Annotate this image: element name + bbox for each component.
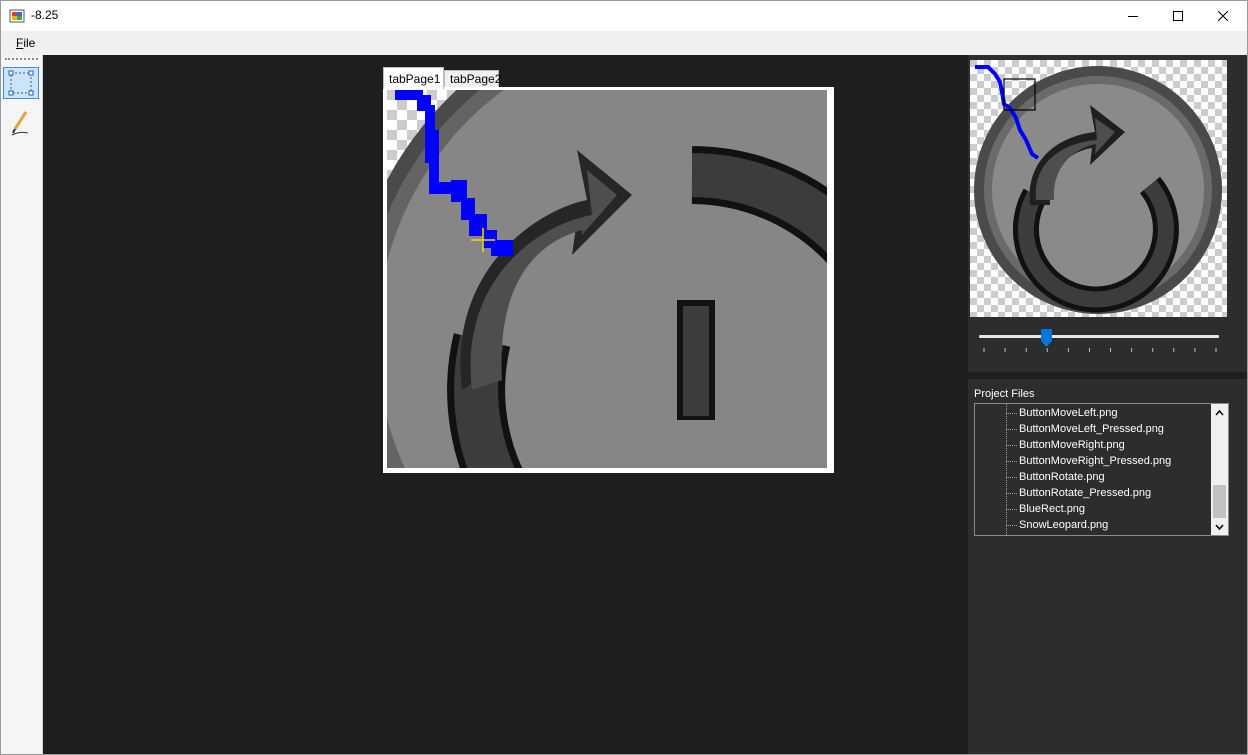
rectangle-select-tool[interactable] [3, 67, 39, 99]
title-bar: -8.25 [0, 0, 1248, 31]
scrollbar-thumb[interactable] [1213, 485, 1226, 518]
file-list-item[interactable]: ButtonMoveLeft.png [1019, 405, 1117, 421]
vertical-scrollbar[interactable] [1211, 404, 1228, 535]
tab-page-1-label: tabPage1 [389, 71, 441, 86]
minimize-icon [1128, 15, 1138, 17]
file-list-item[interactable]: BlueRect.png [1019, 501, 1085, 517]
project-files-tree[interactable]: ButtonMoveLeft.png ButtonMoveLeft_Pressed… [974, 403, 1229, 536]
maximize-button[interactable] [1155, 0, 1201, 31]
zoom-slider-ticks [983, 348, 1217, 352]
tab-page-2[interactable]: tabPage2 [444, 70, 502, 88]
zoomed-image-canvas[interactable] [387, 90, 827, 468]
toolstrip-grip[interactable] [5, 58, 38, 60]
tool-strip [1, 55, 43, 753]
tree-connector-line [1006, 404, 1007, 535]
tree-branch-line [1006, 429, 1017, 430]
file-list-item[interactable]: ButtonMoveRight.png [1019, 437, 1125, 453]
tab-page-1[interactable]: tabPage1 [383, 67, 444, 89]
rectangle-select-icon [8, 70, 34, 96]
tree-branch-line [1006, 445, 1017, 446]
tree-branch-line [1006, 413, 1017, 414]
chevron-up-icon [1215, 409, 1224, 415]
tab-page-2-label: tabPage2 [450, 72, 502, 86]
image-canvas-frame [383, 87, 834, 473]
file-list-item[interactable]: ButtonMoveLeft_Pressed.png [1019, 421, 1164, 437]
close-button[interactable] [1200, 0, 1246, 31]
zoom-slider-track[interactable] [979, 335, 1219, 338]
file-list-item[interactable]: ButtonRotate.png [1019, 469, 1105, 485]
file-list-item[interactable]: ButtonRotate_Pressed.png [1019, 485, 1151, 501]
scroll-up-button[interactable] [1211, 404, 1228, 421]
maximize-icon [1173, 10, 1183, 21]
file-list-item[interactable]: ButtonMoveRight_Pressed.png [1019, 453, 1171, 469]
chevron-down-icon [1215, 524, 1224, 530]
tree-branch-line [1006, 493, 1017, 494]
zoom-slider-thumb[interactable] [1041, 329, 1052, 347]
pencil-icon [11, 111, 29, 136]
scroll-down-button[interactable] [1211, 518, 1228, 535]
tree-branch-line [1006, 525, 1017, 526]
menu-bar [0, 31, 1248, 55]
image-preview[interactable] [970, 60, 1227, 317]
panel-splitter[interactable] [968, 372, 1248, 379]
menu-file[interactable]: File [10, 36, 41, 50]
file-list-item[interactable]: SnowLeopard.png [1019, 517, 1108, 533]
menu-file-label: ile [23, 36, 36, 50]
close-icon [1218, 10, 1228, 21]
window-title: -8.25 [31, 8, 59, 22]
app-icon [9, 9, 25, 23]
tree-branch-line [1006, 477, 1017, 478]
pencil-tool[interactable] [3, 107, 39, 139]
minimize-button[interactable] [1110, 0, 1156, 31]
tree-branch-line [1006, 461, 1017, 462]
tree-branch-line [1006, 509, 1017, 510]
project-files-label: Project Files [974, 388, 1035, 400]
